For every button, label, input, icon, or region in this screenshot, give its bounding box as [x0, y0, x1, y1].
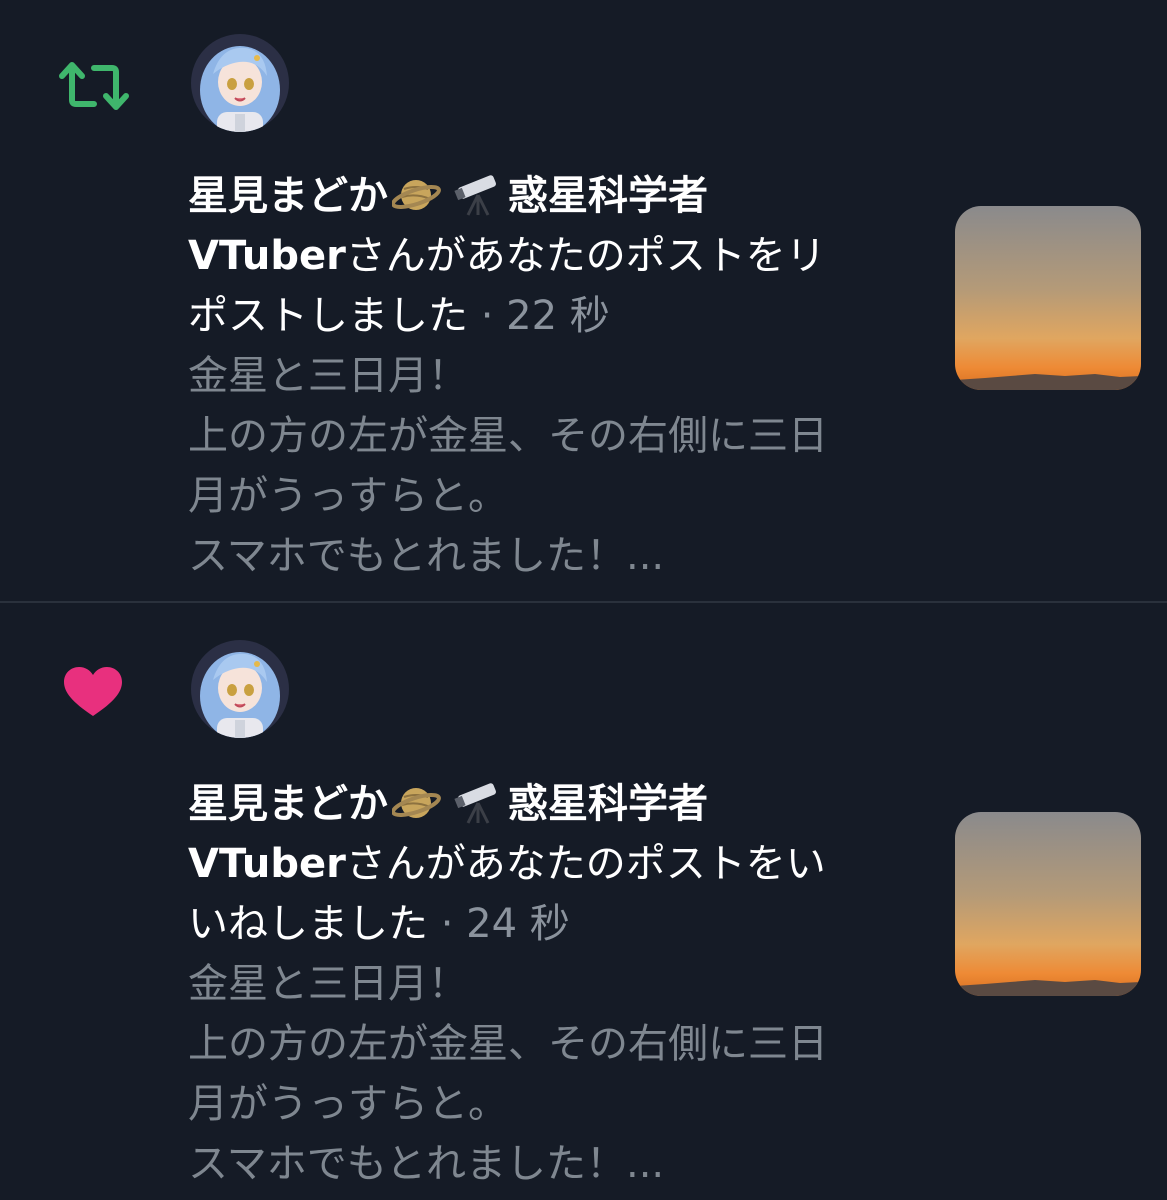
post-body-line: 月がうっすらと。	[188, 473, 508, 519]
user-name[interactable]: 星見まどか	[188, 781, 388, 827]
action-text: さんがあなたのポストをリ	[345, 233, 826, 279]
saturn-emoji-icon	[392, 788, 441, 818]
heart-icon	[64, 667, 122, 716]
saturn-emoji-icon	[392, 180, 441, 210]
timestamp: 24 秒	[466, 901, 570, 947]
post-thumbnail[interactable]	[955, 206, 1141, 390]
notification-text: 星見まどか 惑星科学者 VTuberさんがあなたのポストをリ ポストしました ·…	[188, 166, 908, 586]
user-name[interactable]: 星見まどか	[188, 173, 388, 219]
notification-text: 星見まどか 惑星科学者 VTuberさんがあなたのポストをい いねしました · …	[188, 774, 908, 1194]
post-body-line: 上の方の左が金星、その右側に三日	[188, 413, 828, 459]
sunset-image	[955, 812, 1141, 996]
avatar-image	[191, 640, 289, 738]
separator: ·	[440, 901, 454, 947]
avatar-image	[191, 34, 289, 132]
notification-like[interactable]: 星見まどか 惑星科学者 VTuberさんがあなたのポストをい いねしました · …	[0, 604, 1167, 1200]
avatar[interactable]	[191, 640, 289, 738]
avatar[interactable]	[191, 34, 289, 132]
sunset-image	[955, 206, 1141, 390]
user-name-vtuber[interactable]: VTuber	[188, 841, 346, 887]
user-name-vtuber[interactable]: VTuber	[188, 233, 346, 279]
post-body-line: 月がうっすらと。	[188, 1081, 508, 1127]
telescope-emoji-icon	[454, 783, 496, 824]
post-thumbnail[interactable]	[955, 812, 1141, 996]
post-body-line: スマホでもとれました！...	[188, 533, 665, 579]
telescope-emoji-icon	[454, 175, 496, 216]
user-name-suffix[interactable]: 惑星科学者	[508, 173, 708, 219]
user-name-suffix[interactable]: 惑星科学者	[508, 781, 708, 827]
separator: ·	[480, 293, 494, 339]
repost-icon	[59, 62, 129, 110]
timestamp: 22 秒	[506, 293, 610, 339]
post-body-line: 金星と三日月！	[188, 961, 468, 1007]
post-body-line: 金星と三日月！	[188, 353, 468, 399]
action-text: さんがあなたのポストをい	[345, 841, 826, 887]
post-body-line: 上の方の左が金星、その右側に三日	[188, 1021, 828, 1067]
action-text-continued: いねしました	[188, 901, 428, 947]
action-text-continued: ポストしました	[188, 293, 468, 339]
divider	[0, 601, 1167, 603]
post-body-line: スマホでもとれました！...	[188, 1141, 665, 1187]
notification-repost[interactable]: 星見まどか 惑星科学者 VTuberさんがあなたのポストをリ ポストしました ·…	[0, 0, 1167, 602]
